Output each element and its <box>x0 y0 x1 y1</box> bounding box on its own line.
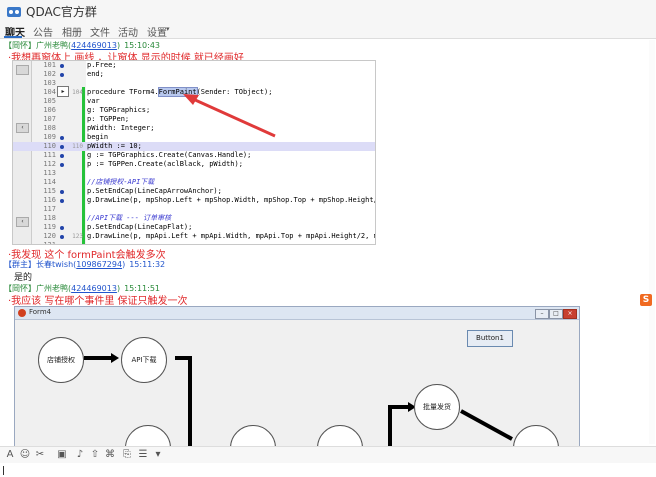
message-text: ·我应该 写在哪个事件里 保证只触发一次 <box>8 296 188 307</box>
message-time: 15:11:32 <box>129 260 166 269</box>
tab-bar: 聊天 公告 相册 文件 活动 设置 ▾ <box>0 22 656 39</box>
chevron-down-icon[interactable]: ▾ <box>166 25 170 33</box>
flow-lines <box>84 353 513 449</box>
reply-text: 是的 <box>14 273 33 283</box>
input-toolbar: A ☺ ✂ ▣ ♪ ⇧ ⌘ ⎘ ☰ ▾ <box>0 446 656 463</box>
flow-node-shop-auth: 店铺授权 <box>38 337 84 383</box>
flow-node-batch-ship: 批量发货 <box>414 384 460 430</box>
form-screenshot[interactable]: Form4 – □ × Button1 店铺授权 API下载 批量发货 <box>14 306 580 450</box>
emoji-icon[interactable]: ☺ <box>19 449 31 461</box>
tab-files[interactable]: 文件 <box>90 24 110 39</box>
tab-announcement[interactable]: 公告 <box>33 24 53 39</box>
active-tab-indicator <box>4 36 22 38</box>
message-header: 【群主】长春twish(109867294) 15:11:32 <box>4 260 166 269</box>
image-icon[interactable]: ▣ <box>56 449 68 461</box>
window-titlebar: QDAC官方群 <box>0 0 656 22</box>
chat-scrollbar[interactable] <box>649 40 655 444</box>
history-icon[interactable]: ☰ <box>137 449 149 461</box>
sogou-ime-icon[interactable]: S <box>640 294 652 306</box>
sender-nick[interactable]: twish <box>52 260 73 269</box>
screenshot-icon[interactable]: ⌘ <box>104 449 116 461</box>
code-screenshot[interactable]: ‹ ‹ 101 p.Free; 102 end; 103 104 104 procedure… <box>12 60 376 245</box>
tab-settings[interactable]: 设置 <box>147 24 167 39</box>
flow-node-api-download: API下载 <box>121 337 167 383</box>
sender-id[interactable]: 109867294 <box>76 260 122 269</box>
tab-album[interactable]: 相册 <box>62 24 82 39</box>
upload-icon[interactable]: ⇧ <box>89 449 101 461</box>
group-logo-icon <box>7 7 21 17</box>
red-arrow-annotation <box>183 94 276 138</box>
sender-name[interactable]: 【群主】长春 <box>4 260 52 269</box>
text-caret <box>3 466 4 475</box>
scissors-icon[interactable]: ✂ <box>34 449 46 461</box>
app-title: QDAC官方群 <box>26 5 97 19</box>
music-icon[interactable]: ♪ <box>74 449 86 461</box>
message-input[interactable] <box>0 463 656 477</box>
clip-icon[interactable]: ⎘ <box>121 449 133 461</box>
font-icon[interactable]: A <box>4 449 16 461</box>
more-icon[interactable]: ▾ <box>152 449 164 461</box>
tab-activity[interactable]: 活动 <box>118 24 138 39</box>
